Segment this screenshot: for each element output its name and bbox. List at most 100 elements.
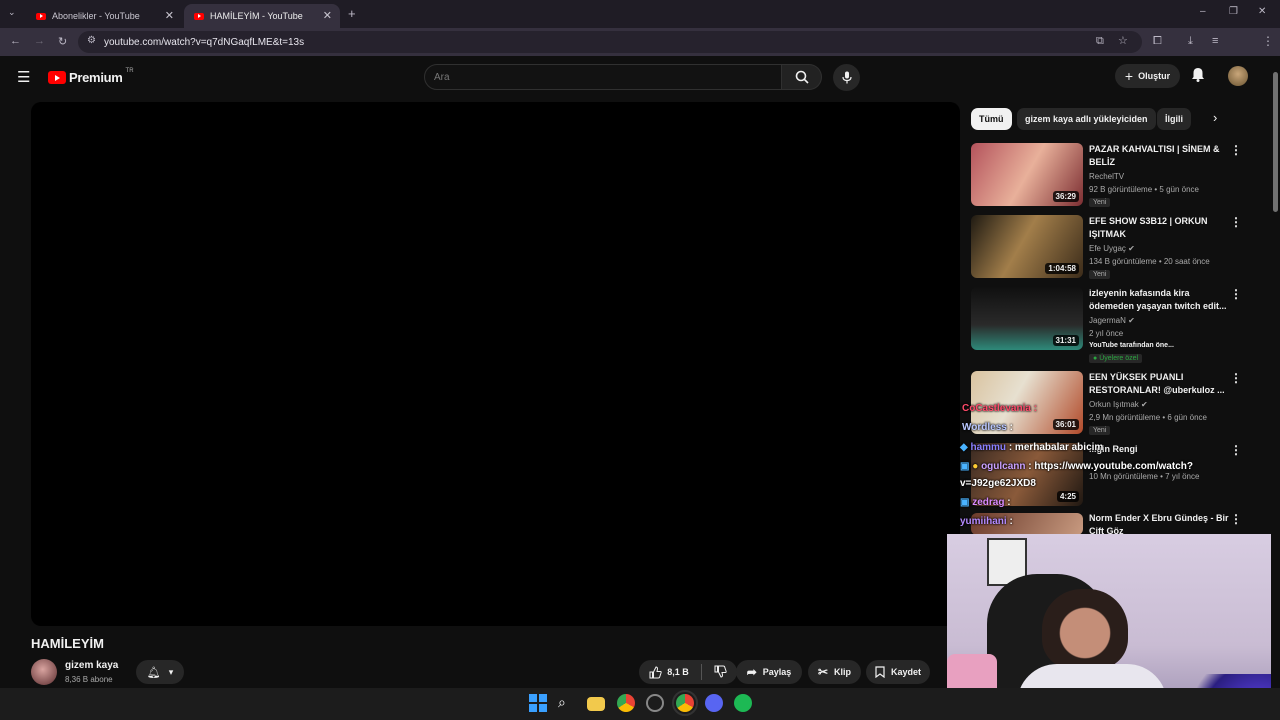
chip-related[interactable]: İlgili [1157, 108, 1191, 130]
video-player[interactable] [31, 102, 960, 626]
video-thumbnail[interactable]: 31:31 [971, 287, 1083, 350]
video-duration: 31:31 [1052, 335, 1079, 346]
maximize-icon[interactable]: ❐ [1229, 6, 1238, 17]
video-meta: 2,9 Mn görüntüleme • 6 gün önce [1089, 413, 1207, 422]
more-options-icon[interactable]: ⋮ [1230, 143, 1242, 157]
thumbs-down-icon [714, 665, 727, 678]
subscription-notify-button[interactable]: 🔔︎ ▾ [136, 660, 184, 684]
like-button[interactable]: 8,1 B [649, 665, 689, 679]
tab-search-icon[interactable]: ⌄ [8, 7, 16, 18]
discord-icon[interactable] [705, 694, 723, 712]
browser-tab-subscriptions[interactable]: Abonelikler - YouTube ✕ [26, 4, 182, 28]
youtube-logo[interactable]: Premium TR [48, 68, 134, 85]
address-bar[interactable]: ⚙ youtube.com/watch?v=q7dNGaqfLME&t=13s … [78, 31, 1142, 53]
subscriber-count: 8,36 B abone [65, 675, 113, 684]
hamburger-menu-icon[interactable]: ☰ [17, 68, 30, 86]
dislike-button[interactable] [714, 665, 727, 680]
chat-message: Wordless : [962, 422, 1013, 433]
browser-tab-video[interactable]: HAMİLEYİM - YouTube ✕ [184, 4, 340, 28]
video-title[interactable]: ...gin Rengi [1089, 443, 1229, 456]
windows-start-icon[interactable] [529, 694, 547, 712]
channel-name[interactable]: gizem kaya [65, 660, 118, 671]
install-icon[interactable]: ⧉ [1096, 35, 1104, 48]
search-button[interactable] [782, 64, 822, 90]
new-badge: Yeni [1089, 198, 1111, 207]
forward-icon[interactable]: → [34, 35, 45, 47]
window-close-icon[interactable]: ✕ [1258, 6, 1266, 17]
video-meta: 134 B görüntüleme • 20 saat önce [1089, 257, 1210, 266]
clip-button[interactable]: ✂ Klip [808, 660, 861, 684]
share-button[interactable]: ➦ Paylaş [736, 660, 802, 684]
video-duration: 4:25 [1056, 491, 1079, 502]
bookmark-icon [875, 666, 885, 678]
share-label: Paylaş [762, 667, 792, 677]
plus-icon: + [1124, 68, 1134, 84]
site-info-icon[interactable]: ⚙ [87, 35, 96, 46]
spotify-icon[interactable] [734, 694, 752, 712]
new-badge: Yeni [1089, 270, 1111, 279]
video-thumbnail[interactable]: 1:04:58 [971, 215, 1083, 278]
taskbar-search-icon[interactable]: ⌕ [558, 694, 576, 712]
more-options-icon[interactable]: ⋮ [1230, 371, 1242, 385]
more-options-icon[interactable]: ⋮ [1230, 512, 1242, 526]
video-title[interactable]: PAZAR KAHVALTISI | SİNEM & BELİZ [1089, 143, 1229, 169]
video-title[interactable]: EFE SHOW S3B12 | ORKUN IŞITMAK [1089, 215, 1229, 241]
extensions-icon[interactable]: ⧠ [1153, 35, 1162, 48]
more-options-icon[interactable]: ⋮ [1230, 215, 1242, 229]
chrome-icon[interactable] [617, 694, 635, 712]
channel-avatar[interactable] [31, 659, 57, 685]
video-thumbnail[interactable]: 36:29 [971, 143, 1083, 206]
browser-toolbar: ← → ↻ ⚙ youtube.com/watch?v=q7dNGaqfLME&… [0, 28, 1280, 76]
new-tab-icon[interactable]: + [348, 6, 356, 21]
notifications-bell-icon[interactable] [1191, 67, 1205, 85]
chat-message: v=J92ge62JXD8 [960, 478, 1036, 489]
minimize-icon[interactable]: – [1200, 6, 1206, 17]
chrome-active-icon[interactable] [672, 690, 698, 716]
clip-label: Klip [834, 667, 852, 677]
channel-name[interactable]: JagermaN ✔ [1089, 316, 1135, 325]
create-button[interactable]: + Oluştur [1115, 64, 1180, 88]
browser-tab-bar: ⌄ Abonelikler - YouTube ✕ HAMİLEYİM - Yo… [0, 0, 1280, 28]
reload-icon[interactable]: ↻ [58, 35, 67, 48]
save-button[interactable]: Kaydet [866, 660, 930, 684]
close-tab-icon[interactable]: ✕ [323, 9, 332, 22]
reading-list-icon[interactable]: ≡ [1212, 35, 1218, 47]
chip-all[interactable]: Tümü [971, 108, 1012, 130]
more-options-icon[interactable]: ⋮ [1230, 287, 1242, 301]
channel-name[interactable]: RechelTV [1089, 172, 1124, 181]
windows-taskbar [0, 688, 1280, 720]
tab-title: HAMİLEYİM - YouTube [210, 11, 303, 21]
chevron-right-icon[interactable]: › [1213, 110, 1217, 125]
bookmark-star-icon[interactable]: ☆ [1118, 34, 1128, 47]
account-avatar[interactable] [1228, 66, 1248, 86]
more-options-icon[interactable]: ⋮ [1230, 443, 1242, 457]
video-meta: 92 B görüntüleme • 5 gün önce [1089, 185, 1199, 194]
chrome-menu-icon[interactable]: ⋮ [1262, 34, 1274, 48]
download-icon[interactable]: ⤓ [1188, 35, 1193, 48]
verified-icon: ✔ [1141, 400, 1148, 409]
bell-icon: 🔔︎ [146, 666, 161, 679]
channel-name[interactable]: Orkun Işıtmak ✔ [1089, 400, 1148, 409]
close-tab-icon[interactable]: ✕ [165, 9, 174, 22]
file-explorer-icon[interactable] [587, 697, 605, 711]
featured-by-youtube: YouTube tarafından öne... [1089, 342, 1174, 349]
like-count: 8,1 B [667, 667, 689, 677]
video-title[interactable]: EEN YÜKSEK PUANLI RESTORANLAR! @uberkulo… [1089, 371, 1229, 397]
video-duration: 1:04:58 [1045, 263, 1079, 274]
app-icon[interactable] [646, 694, 664, 712]
back-icon[interactable]: ← [10, 35, 21, 47]
streamer-head [1042, 589, 1128, 669]
video-meta: 10 Mn görüntüleme • 7 yıl önce [1089, 472, 1200, 481]
tab-title: Abonelikler - YouTube [52, 11, 140, 21]
voice-search-button[interactable] [833, 64, 860, 91]
video-title[interactable]: izleyenin kafasında kira ödemeden yaşaya… [1089, 287, 1229, 313]
chip-from-uploader[interactable]: gizem kaya adlı yükleyiciden [1017, 108, 1156, 130]
video-duration: 36:01 [1052, 419, 1079, 430]
video-duration: 36:29 [1052, 191, 1079, 202]
video-title[interactable]: Norm Ender X Ebru Gündeş - Bir Çift Göz [1089, 512, 1229, 534]
search-input[interactable]: Ara [424, 64, 782, 90]
channel-name[interactable]: Efe Uygaç ✔ [1089, 244, 1135, 253]
youtube-favicon-icon [36, 12, 46, 20]
url-text: youtube.com/watch?v=q7dNGaqfLME&t=13s [104, 36, 305, 48]
scrollbar-thumb[interactable] [1273, 72, 1278, 212]
